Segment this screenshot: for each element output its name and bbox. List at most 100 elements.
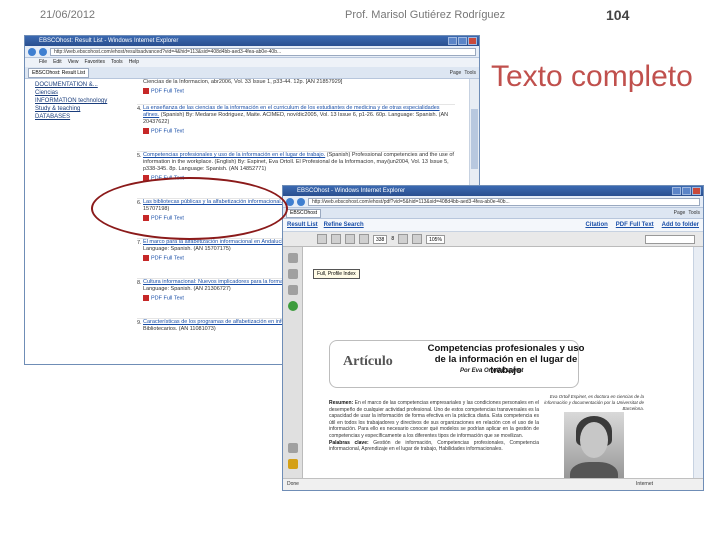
record-number: 8. [137, 280, 142, 286]
add-to-folder-link[interactable]: Add to folder [662, 222, 699, 228]
pdf-icon [143, 88, 149, 94]
slide-header: 21/06/2012 Prof. Marisol Gutiérez Rodríg… [0, 0, 720, 30]
slide-author: Prof. Marisol Gutiérez Rodríguez [345, 9, 506, 21]
tab-result-list[interactable]: EBSCOhost: Result List [28, 67, 90, 78]
scrollbar-thumb[interactable] [471, 109, 478, 169]
pdf-search-input[interactable] [645, 234, 695, 244]
address-bar: http://web.ebscohost.com/ehost/resultsad… [25, 46, 479, 58]
zoom-in-icon[interactable] [412, 234, 423, 244]
article-section: Artículo [343, 354, 393, 369]
highlight-ellipse [91, 177, 288, 240]
bookmarks-icon[interactable] [287, 269, 298, 279]
abstract-label: Resumen: [329, 400, 354, 406]
comment-icon[interactable] [287, 459, 298, 469]
sidebar-item[interactable]: Ciencias [35, 89, 135, 97]
menu-view[interactable]: View [68, 58, 79, 67]
pdf-full-text-link[interactable]: PDF Full Text [143, 255, 184, 262]
prev-page-icon[interactable] [345, 234, 355, 244]
slide-title-box: Texto completo [480, 40, 720, 120]
refine-search-link[interactable]: Refine Search [324, 222, 364, 228]
record-number: 5. [137, 153, 142, 159]
page-input[interactable]: 338 [373, 234, 388, 244]
sidebar-item[interactable]: DATABASES [35, 113, 135, 121]
record-number: 4. [137, 106, 142, 112]
forward-icon[interactable] [39, 47, 47, 56]
menu-file[interactable]: File [39, 58, 47, 67]
menu-edit[interactable]: Edit [53, 58, 62, 67]
pages-icon[interactable] [287, 253, 298, 263]
menu-favorites[interactable]: Favorites [84, 58, 105, 67]
sidebar-item[interactable]: DOCUMENTATION &... [35, 81, 135, 89]
record-title[interactable]: Competencias profesionales y uso de la i… [143, 152, 325, 158]
pdf-full-text-link[interactable]: PDF Full Text [143, 88, 184, 95]
record-title[interactable]: El marco para la alfabetización informac… [143, 239, 287, 245]
status-zone: Internet [636, 481, 653, 487]
record-number: 9. [137, 320, 142, 326]
status-bar: Done Internet [283, 478, 703, 490]
zoom-out-icon[interactable] [398, 234, 409, 244]
page-total: 8 [391, 236, 395, 242]
record-text: Ciencias de la Informacion, abr2006, Vol… [143, 79, 343, 85]
tab-ebscohost[interactable]: EBSCOhost [286, 208, 321, 218]
url-input[interactable]: http://web.ebscohost.com/ehost/pdf?vid=5… [308, 197, 700, 206]
print-icon[interactable] [331, 234, 341, 244]
slide-page-number: 104 [606, 7, 630, 23]
author-bio: Eva Ortoll Espinet, es doctora en cienci… [544, 394, 644, 411]
pdf-icon [143, 128, 149, 134]
next-page-icon[interactable] [359, 234, 369, 244]
scrollbar[interactable] [693, 247, 703, 479]
window-title: EBSCOhost - Windows Internet Explorer [297, 188, 406, 194]
pdf-toolbar: 338 8 105% [283, 232, 703, 247]
window-titlebar: EBSCOhost: Result List - Windows Interne… [25, 36, 479, 46]
pdf-viewer-window: EBSCOhost - Windows Internet Explorer ht… [282, 185, 704, 491]
forward-icon[interactable] [297, 197, 305, 206]
pdf-full-text-link[interactable]: PDF Full Text [143, 128, 184, 135]
save-icon[interactable] [317, 234, 327, 244]
pdf-page-view: Artículo Competencias profesionales y us… [304, 247, 695, 490]
page-menu[interactable]: Page [674, 210, 686, 216]
pdf-navigation-panel [283, 247, 303, 479]
article-author: Por Eva Ortoll Espinet [460, 368, 524, 374]
maximize-button[interactable] [458, 37, 467, 45]
menu-bar: File Edit View Favorites Tools Help [25, 58, 479, 67]
record-number: 7. [137, 240, 142, 246]
menu-tools[interactable]: Tools [111, 58, 123, 67]
abstract-text: En el marco de las competencias empresar… [329, 400, 540, 439]
slide-date: 21/06/2012 [40, 9, 96, 21]
tools-icon[interactable] [287, 443, 298, 453]
address-bar: http://web.ebscohost.com/ehost/pdf?vid=5… [283, 196, 703, 208]
back-icon[interactable] [28, 47, 36, 56]
result-list-link[interactable]: Result List [287, 222, 318, 228]
page-menu[interactable]: Page [450, 70, 462, 76]
sidebar-item[interactable]: INFORMATION technology [35, 97, 135, 105]
pdf-full-text-link[interactable]: PDF Full Text [616, 222, 654, 228]
url-input[interactable]: http://web.ebscohost.com/ehost/resultsad… [50, 47, 476, 56]
pdf-full-text-link[interactable]: PDF Full Text [143, 295, 184, 302]
sidebar-item[interactable]: Study & teaching [35, 105, 135, 113]
tools-menu[interactable]: Tools [688, 210, 700, 216]
sidebar: DOCUMENTATION &... Ciencias INFORMATION … [35, 81, 135, 121]
list-item: Ciencias de la Informacion, abr2006, Vol… [137, 79, 455, 105]
minimize-button[interactable] [672, 187, 681, 195]
window-titlebar: EBSCOhost - Windows Internet Explorer [283, 186, 703, 196]
zoom-select[interactable]: 105% [426, 234, 445, 244]
menu-help[interactable]: Help [129, 58, 139, 67]
slide-title: Texto completo [491, 60, 693, 93]
attachments-icon[interactable] [287, 285, 298, 295]
tab-bar: EBSCOhost Page Tools [283, 208, 703, 219]
tools-menu[interactable]: Tools [464, 70, 476, 76]
keywords-label: Palabras clave: [329, 439, 369, 446]
pdf-icon [143, 255, 149, 261]
tab-bar: EBSCOhost: Result List Page Tools [25, 67, 479, 79]
ebsco-nav: Result List Refine Search Citation PDF F… [283, 219, 703, 232]
citation-link[interactable]: Citation [585, 222, 607, 228]
window-title: EBSCOhost: Result List - Windows Interne… [39, 38, 179, 44]
tooltip: Full, Profile Index [313, 269, 360, 279]
article-abstract: Resumen: En el marco de las competencias… [329, 400, 539, 453]
close-button[interactable] [468, 37, 477, 45]
maximize-button[interactable] [682, 187, 691, 195]
minimize-button[interactable] [448, 37, 457, 45]
pdf-icon [143, 295, 149, 301]
close-button[interactable] [692, 187, 701, 195]
security-icon[interactable] [287, 301, 298, 311]
